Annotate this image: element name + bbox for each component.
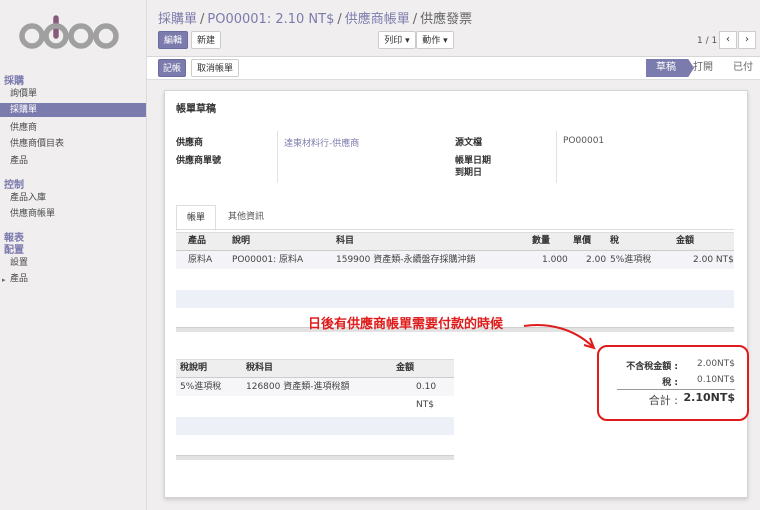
- post-button[interactable]: 記帳: [158, 59, 186, 77]
- breadcrumb-vendor-bills[interactable]: 供應商帳單: [345, 12, 410, 27]
- sidebar-item-vendors[interactable]: 供應商: [0, 121, 146, 135]
- stage-paid[interactable]: 已付: [733, 59, 753, 77]
- vendor-field[interactable]: 達東材料行-供應商: [284, 136, 359, 149]
- stage-open[interactable]: 打開: [693, 59, 713, 77]
- vendor-ref-label: 供應商單號: [176, 156, 222, 166]
- breadcrumb-purchase-orders[interactable]: 採購單: [158, 12, 197, 27]
- col-account[interactable]: 科目: [336, 233, 354, 250]
- lines-table-header: 產品 說明 科目 數量 單價 稅 金額: [176, 232, 734, 251]
- col-tax-account: 稅科目: [246, 363, 274, 373]
- col-amount[interactable]: 金額: [676, 233, 694, 250]
- cell-description: PO00001: 原料A: [232, 255, 304, 265]
- breadcrumb: 採購單 / PO00001: 2.10 NT$ / 供應商帳單 / 供應發票: [158, 8, 472, 27]
- sidebar-item-vendor-bills[interactable]: 供應商帳單: [0, 207, 146, 221]
- breadcrumb-separator: /: [337, 12, 342, 27]
- chevron-right-icon[interactable]: ›: [738, 31, 756, 49]
- col-quantity[interactable]: 數量: [532, 233, 550, 250]
- col-description[interactable]: 說明: [232, 233, 250, 250]
- field-divider: [277, 131, 278, 183]
- create-button[interactable]: 新建: [191, 31, 221, 49]
- nav-section-control: 控制: [4, 180, 24, 191]
- sidebar-item-settings[interactable]: 設置: [0, 256, 146, 270]
- untaxed-amount: 2.00NT$: [697, 359, 735, 369]
- sidebar-item-products[interactable]: 產品: [0, 154, 146, 168]
- sidebar-item-rfq[interactable]: 詢價單: [0, 87, 146, 101]
- sidebar-item-purchase-orders[interactable]: 採購單: [0, 103, 146, 117]
- untaxed-label: 不含稅金額 :: [626, 362, 678, 372]
- cancel-bill-button[interactable]: 取消帳單: [191, 59, 239, 77]
- sidebar-item-incoming-products[interactable]: 產品入庫: [0, 191, 146, 205]
- chevron-left-icon[interactable]: ‹: [719, 31, 737, 49]
- action-button[interactable]: 動作 ▾: [416, 31, 454, 49]
- breadcrumb-current: 供應發票: [420, 12, 473, 27]
- cell-product: 原料A: [188, 255, 213, 265]
- tax-label: 稅 :: [662, 378, 678, 388]
- due-date-label: 到期日: [455, 168, 483, 178]
- pager-value[interactable]: 1 / 1: [697, 36, 717, 46]
- edit-button[interactable]: 編輯: [158, 31, 188, 49]
- col-product[interactable]: 產品: [188, 233, 206, 250]
- cell-tax-account: 126800 資產類-進項稅額: [246, 382, 350, 392]
- nav-section-purchase: 採購: [4, 76, 24, 87]
- nav-section-configuration: 配置: [4, 245, 24, 256]
- tab-divider: [176, 229, 734, 230]
- cell-tax-amount: 0.10 NT$: [416, 382, 437, 410]
- tab-bill[interactable]: 帳單: [176, 205, 217, 231]
- annotation-arrow-icon: [523, 324, 596, 350]
- breadcrumb-po[interactable]: PO00001: 2.10 NT$: [207, 12, 334, 27]
- table-row[interactable]: 5%進項稅 126800 資產類-進項稅額 0.10 NT$: [176, 378, 454, 410]
- stage-draft[interactable]: 草稿: [646, 59, 694, 77]
- col-tax-amount: 金額: [396, 363, 415, 373]
- tax-footer-divider: [176, 455, 454, 460]
- totals-divider: [617, 389, 735, 390]
- col-unit-price[interactable]: 單價: [573, 233, 591, 250]
- total-amount: 2.10NT$: [683, 391, 735, 404]
- table-empty-row: [176, 290, 734, 308]
- cell-tax-description: 5%進項稅: [180, 382, 222, 392]
- odoo-logo[interactable]: [18, 14, 130, 54]
- source-document-label: 源文檔: [455, 138, 483, 148]
- col-taxes[interactable]: 稅: [610, 233, 619, 250]
- annotation-text: 日後有供應商帳單需要付款的時候: [308, 317, 504, 332]
- page-title: 帳單草稿: [176, 104, 216, 115]
- field-divider: [556, 131, 557, 183]
- table-row[interactable]: 原料A PO00001: 原料A 159900 資產類-永續盤存採購沖銷 1.0…: [176, 251, 734, 269]
- breadcrumb-separator: /: [412, 12, 418, 27]
- col-tax-description: 稅說明: [180, 363, 208, 373]
- breadcrumb-separator: /: [200, 12, 205, 27]
- vendor-label: 供應商: [176, 138, 204, 148]
- sidebar: 採購 詢價單 採購單 供應商 供應商價目表 產品 控制 產品入庫 供應商帳單 報…: [0, 0, 147, 510]
- cell-unit-price: 2.00: [586, 255, 607, 265]
- cell-taxes: 5%進項稅: [610, 255, 652, 265]
- sidebar-item-config-products[interactable]: 產品: [0, 272, 146, 286]
- tax-empty-row: [176, 417, 454, 435]
- cell-quantity: 1.000: [542, 255, 568, 265]
- total-label: 合計 :: [648, 394, 678, 407]
- cell-account: 159900 資產類-永續盤存採購沖銷: [336, 255, 476, 265]
- print-button[interactable]: 列印 ▾: [378, 31, 416, 49]
- tax-amount: 0.10NT$: [697, 375, 735, 385]
- tax-table-header: 稅說明 稅科目 金額: [176, 359, 454, 378]
- source-document-field[interactable]: PO00001: [563, 136, 604, 146]
- sidebar-item-vendor-pricelists[interactable]: 供應商價目表: [0, 137, 146, 151]
- cell-amount: 2.00 NT$: [693, 255, 734, 265]
- tab-other-info[interactable]: 其他資訊: [218, 205, 274, 229]
